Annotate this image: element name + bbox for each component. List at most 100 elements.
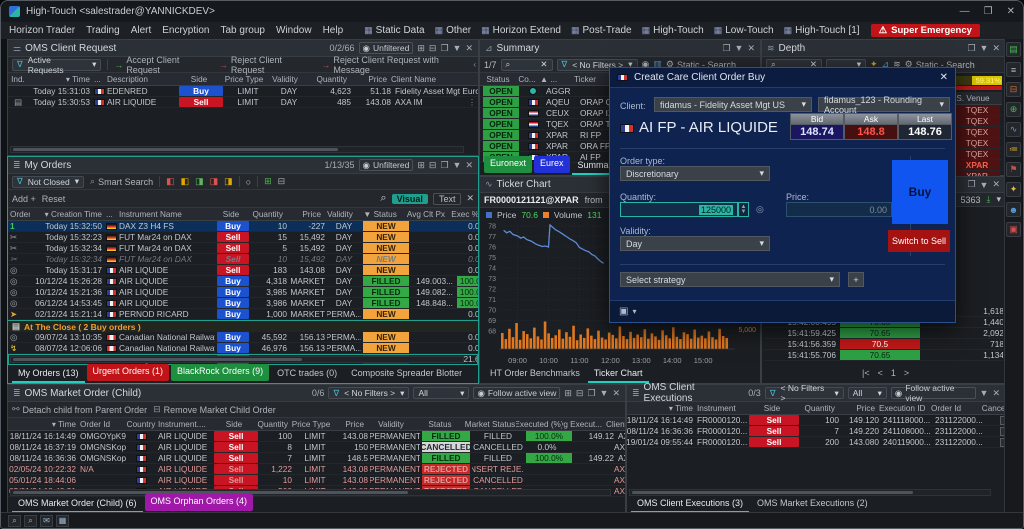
tab-otc-trades-0-[interactable]: OTC trades (0) [271,366,343,383]
column-header[interactable]: ▾ Creation Time [30,208,104,220]
follow-active-view[interactable]: ◉ Follow active view [890,383,976,403]
column-header[interactable]: Quantity [797,402,837,414]
page-control[interactable]: |< [862,368,870,378]
toolbar-button-horizon-extend[interactable]: ▦ Horizon Extend [481,25,561,36]
tab-oms-client-executions-3-[interactable]: OMS Client Executions (3) [631,496,750,513]
remove-child-button[interactable]: ⊟ Remove Market Child Order [153,404,276,415]
group-row[interactable]: ▤ At The Close ( 2 Buy orders ) [8,320,478,332]
close-panel-icon[interactable]: ✕ [465,160,473,171]
column-header[interactable]: Instrument [695,402,747,414]
page-control[interactable]: 1 [891,368,896,378]
close-panel-icon[interactable]: ✕ [465,43,473,54]
order-list-icon[interactable]: ≔ [1006,142,1021,157]
new-window-icon[interactable]: ⊞ [417,160,425,171]
modify-order-icon[interactable]: ◨ [224,176,233,187]
toolbar-button-high-touch-1-[interactable]: ▦ High-Touch [1] [784,25,860,36]
blotter-icon[interactable]: ⊟ [1006,82,1021,97]
menu-item-alert[interactable]: Alert [131,25,152,36]
table-row[interactable]: ▤ Today 15:30:53 AIR LIQUIDE Sell LIMIT DAY 48… [8,97,478,108]
column-header[interactable]: Price [837,402,877,414]
close-button[interactable]: ✕ [1007,6,1015,17]
tab-oms-market-order-child-6-[interactable]: OMS Market Order (Child) (6) [12,496,143,513]
view-select[interactable]: All ▾ [413,387,470,399]
column-header[interactable]: Instrument.... [156,418,212,430]
duplicate-icon[interactable]: ❐ [440,43,448,54]
page-control[interactable]: > [904,368,909,378]
menu-item-window[interactable]: Window [276,25,312,36]
column-header[interactable]: Client Name [604,418,625,430]
h-scrollbar[interactable] [629,489,991,496]
visual-toggle[interactable]: Visual [391,193,428,204]
settings-window-icon[interactable]: ⊟ [429,160,437,171]
column-header[interactable]: ▾ Time [8,418,78,430]
tab-composite-spreader-blotter[interactable]: Composite Spreader Blotter [345,366,468,383]
quantity-input[interactable]: 125000 [620,202,738,217]
accept-client-request-button[interactable]: → Accept Client Request [114,55,213,75]
column-header[interactable]: Price Type [290,418,332,430]
add-order-icon[interactable]: ◨ [195,176,204,187]
table-row[interactable]: TQEX [950,127,1002,138]
toolbar-button-low-touch[interactable]: ▦ Low-Touch [714,25,774,36]
menu-item-encryption[interactable]: Encryption [162,25,209,36]
chat-icon[interactable]: ✉ [40,514,53,527]
add-client-icon[interactable]: ⊕ [1006,102,1021,117]
reset-button[interactable]: Reset [42,194,66,204]
switch-to-sell-button[interactable]: Switch to Sell [888,230,950,252]
table-row[interactable]: 08/11/24 16:36:36 FR0000120... Sell 7 149.22… [627,426,1005,437]
column-header[interactable]: Side [212,418,256,430]
column-header[interactable]: Execution ID [877,402,929,414]
follow-active-view[interactable]: ◉ Follow active view [473,387,561,399]
column-header[interactable]: Status [416,418,464,430]
column-header[interactable]: Cancelled [981,402,1005,414]
quantity-stepper[interactable]: ▲ ▼ [738,202,749,217]
buy-order-icon[interactable]: ◧ [166,176,175,187]
new-window-icon[interactable]: ⊞ [417,43,425,54]
chevron-down-icon[interactable]: ▾ [632,307,636,316]
filter-state[interactable]: ◉ Unfiltered [358,159,414,171]
column-header[interactable]: ... [92,73,105,85]
orders-filter-select[interactable]: ∇ Not Closed ▾ [12,175,85,188]
table-row[interactable]: 02/05/24 10:22:32 N/A AIR LIQUIDE Sell 1,222… [8,464,625,475]
bulb-icon[interactable]: ○ [246,177,251,187]
column-header[interactable]: ... [104,208,117,220]
table-row[interactable]: ◎ 09/07/24 13:10:35 Canadian National Rail… [8,332,478,343]
table-row[interactable]: ◎ 10/12/24 15:26:28 AIR LIQUIDE Buy 4,318 MAR… [8,276,478,287]
table-row[interactable]: 05/01/24 18:44:06 AIR LIQUIDE Sell 10 LIMIT 1… [8,475,625,486]
tab-my-orders-13-[interactable]: My Orders (13) [12,366,85,383]
table-row[interactable]: 19/01/24 09:55:44 FR0000120... Sell 200 143.… [627,437,1005,448]
filter-state[interactable]: ◉ Unfiltered [358,42,414,54]
performance-icon[interactable]: ▤ [1006,42,1021,57]
smart-search-button[interactable]: ⌕ Smart Search [90,176,153,187]
menu-item-trading[interactable]: Trading [86,25,120,36]
pin-icon[interactable]: ▼ [453,43,462,53]
toolbar-button-static-data[interactable]: ▦ Static Data [364,25,424,36]
tab-oms-orphan-orders-4-[interactable]: OMS Orphan Orders (4) [144,494,254,511]
column-header[interactable]: Order [8,208,30,220]
column-header[interactable]: ▲ ... [538,73,572,85]
save-layout-icon[interactable]: ▣ [1006,222,1021,237]
filter-select[interactable]: ∇ < No Filters > ▾ [764,383,844,403]
column-header[interactable]: Price [285,208,323,220]
column-header[interactable]: Side [177,73,221,85]
column-header[interactable]: S. Venue [950,92,996,104]
column-header[interactable]: Order Id [78,418,126,430]
minimize-button[interactable]: — [960,6,970,17]
column-header[interactable]: Exec % [447,208,478,220]
key-icon[interactable]: ✦ [1006,182,1021,197]
close-panel-icon[interactable]: ✕ [992,388,1000,399]
duplicate-icon[interactable]: ❐ [967,43,975,54]
chevron-down-icon[interactable]: ▾ [996,194,1001,205]
close-search-icon[interactable]: ✕ [466,193,474,204]
search-parent-icon[interactable]: ⌕ [24,514,37,527]
maximize-button[interactable]: ❐ [984,6,993,17]
close-panel-icon[interactable]: ✕ [992,179,1000,190]
toolbar-button-other[interactable]: ▦ Other [435,25,472,36]
column-header[interactable]: Price [332,418,366,430]
client-select[interactable]: fidamus - Fidelity Asset Mgt US ▾ [654,97,812,112]
reject-client-request-button[interactable]: → Reject Client Request [219,55,316,75]
duplicate-icon[interactable]: ❐ [967,179,975,190]
buy-button[interactable]: Buy [892,160,948,224]
super-emergency-button[interactable]: ⚠ Super Emergency [870,24,980,37]
pin-icon[interactable]: ▼ [980,43,989,53]
pin-icon[interactable]: ▼ [980,180,989,190]
